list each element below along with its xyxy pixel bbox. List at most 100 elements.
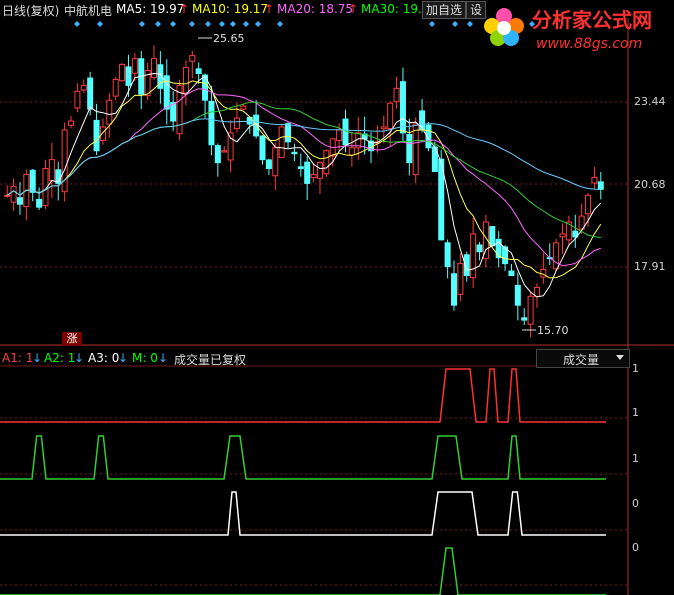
a2-down-icon: ↓ bbox=[74, 351, 85, 365]
signal-diamond bbox=[155, 21, 161, 27]
candle-body bbox=[585, 194, 592, 215]
rise-tag: 涨 bbox=[62, 332, 82, 346]
signal-diamond bbox=[429, 21, 435, 27]
a3-down-icon: ↓ bbox=[118, 351, 129, 365]
candle-body bbox=[246, 116, 253, 125]
signal-diamond bbox=[205, 21, 211, 27]
logo-url: www.88gs.com bbox=[536, 36, 642, 52]
candles bbox=[4, 45, 604, 338]
candle-body bbox=[527, 295, 534, 325]
candle-body bbox=[514, 284, 521, 306]
candle-body bbox=[221, 150, 228, 153]
signal-diamond bbox=[230, 21, 236, 27]
a2-label: A2: 1 bbox=[44, 351, 76, 365]
indicator-line bbox=[0, 368, 606, 423]
candle-body bbox=[272, 147, 279, 177]
candle-body bbox=[80, 84, 87, 91]
signal-diamond bbox=[467, 21, 473, 27]
a3-label: A3: 0 bbox=[88, 351, 120, 365]
candle-body bbox=[489, 226, 496, 247]
signal-diamond bbox=[74, 21, 80, 27]
ma20-up-icon: ↑ bbox=[348, 2, 359, 16]
candle-body bbox=[195, 68, 202, 74]
candle-body bbox=[61, 129, 68, 193]
candle-body bbox=[68, 120, 75, 126]
candle-body bbox=[285, 123, 292, 143]
ma30-label: MA30: 19.3 bbox=[361, 2, 430, 16]
price-axis-label: 17.91 bbox=[634, 260, 666, 273]
candle-body bbox=[189, 55, 196, 62]
candle-body bbox=[48, 159, 55, 182]
candle-body bbox=[151, 58, 157, 79]
signal-diamond bbox=[189, 21, 195, 27]
candle-body bbox=[451, 273, 457, 306]
candle-body bbox=[93, 119, 100, 152]
candle-body bbox=[380, 126, 387, 130]
candle-body bbox=[406, 133, 413, 164]
candle-body bbox=[87, 77, 94, 110]
indicator-select[interactable]: 成交量 bbox=[536, 349, 630, 368]
candle-body bbox=[470, 233, 477, 279]
indicator-line bbox=[0, 435, 606, 480]
candle-body bbox=[4, 194, 11, 197]
candle-body bbox=[508, 270, 515, 277]
candle-body bbox=[119, 64, 126, 82]
indicator-title: 成交量已复权 bbox=[174, 353, 247, 367]
signal-diamond bbox=[277, 21, 283, 27]
stock-name: 中航机电 bbox=[64, 4, 113, 18]
add-to-watchlist-button[interactable]: 加自选 bbox=[422, 1, 467, 19]
ma10-label: MA10: 19.17 bbox=[192, 2, 269, 16]
candle-body bbox=[457, 263, 464, 295]
low-annotation: 15.70 bbox=[537, 324, 569, 337]
candle-body bbox=[304, 161, 311, 184]
candle-body bbox=[74, 90, 81, 109]
price-axis-label: 20.68 bbox=[634, 178, 666, 191]
sub-axis-label: 0 bbox=[632, 497, 639, 510]
candle-body bbox=[591, 176, 598, 184]
candle-body bbox=[559, 233, 566, 238]
candle-body bbox=[323, 150, 330, 175]
site-logo: 分析家公式网 www.88gs.com bbox=[478, 2, 674, 56]
candle-body bbox=[125, 66, 132, 86]
candle-body bbox=[106, 99, 113, 125]
candle-body bbox=[259, 135, 266, 161]
candle-body bbox=[208, 100, 215, 146]
candle-body bbox=[387, 102, 394, 130]
candle-body bbox=[553, 242, 560, 270]
candle-body bbox=[99, 126, 106, 141]
flower-icon bbox=[484, 8, 524, 46]
candle-body bbox=[348, 147, 355, 156]
candle-body bbox=[316, 162, 323, 179]
logo-title: 分析家公式网 bbox=[532, 8, 652, 32]
a1-down-icon: ↓ bbox=[32, 351, 43, 365]
chevron-down-icon[interactable] bbox=[616, 355, 624, 360]
ma10-up-icon: ↑ bbox=[264, 2, 275, 16]
candle-body bbox=[399, 81, 406, 134]
candle-body bbox=[16, 197, 23, 205]
m-label: M: 0 bbox=[132, 351, 158, 365]
price-axis-label: 23.44 bbox=[634, 95, 666, 108]
candle-body bbox=[310, 173, 317, 179]
sub-axis-label: 1 bbox=[632, 406, 639, 419]
candle-body bbox=[444, 242, 451, 268]
candlestick-chart[interactable]: 25.65 15.70 bbox=[0, 0, 674, 595]
candle-body bbox=[393, 87, 400, 103]
candle-body bbox=[227, 132, 234, 161]
period-label[interactable]: 日线(复权) bbox=[2, 2, 59, 19]
signal-diamond bbox=[452, 21, 458, 27]
signal-diamond bbox=[255, 21, 261, 27]
candle-body bbox=[291, 151, 298, 155]
ma5-up-icon: ↑ bbox=[179, 2, 190, 16]
signal-diamond bbox=[170, 21, 176, 27]
signal-diamond bbox=[97, 21, 103, 27]
high-annotation: 25.65 bbox=[213, 32, 245, 45]
candle-body bbox=[265, 159, 272, 170]
indicator-lines bbox=[0, 368, 606, 595]
candle-body bbox=[182, 67, 189, 94]
signal-diamond bbox=[243, 21, 249, 27]
candle-body bbox=[476, 244, 483, 253]
signal-diamond bbox=[139, 21, 145, 27]
sub-axis-label: 1 bbox=[632, 362, 639, 375]
candle-body bbox=[36, 198, 43, 208]
candle-body bbox=[233, 117, 240, 130]
